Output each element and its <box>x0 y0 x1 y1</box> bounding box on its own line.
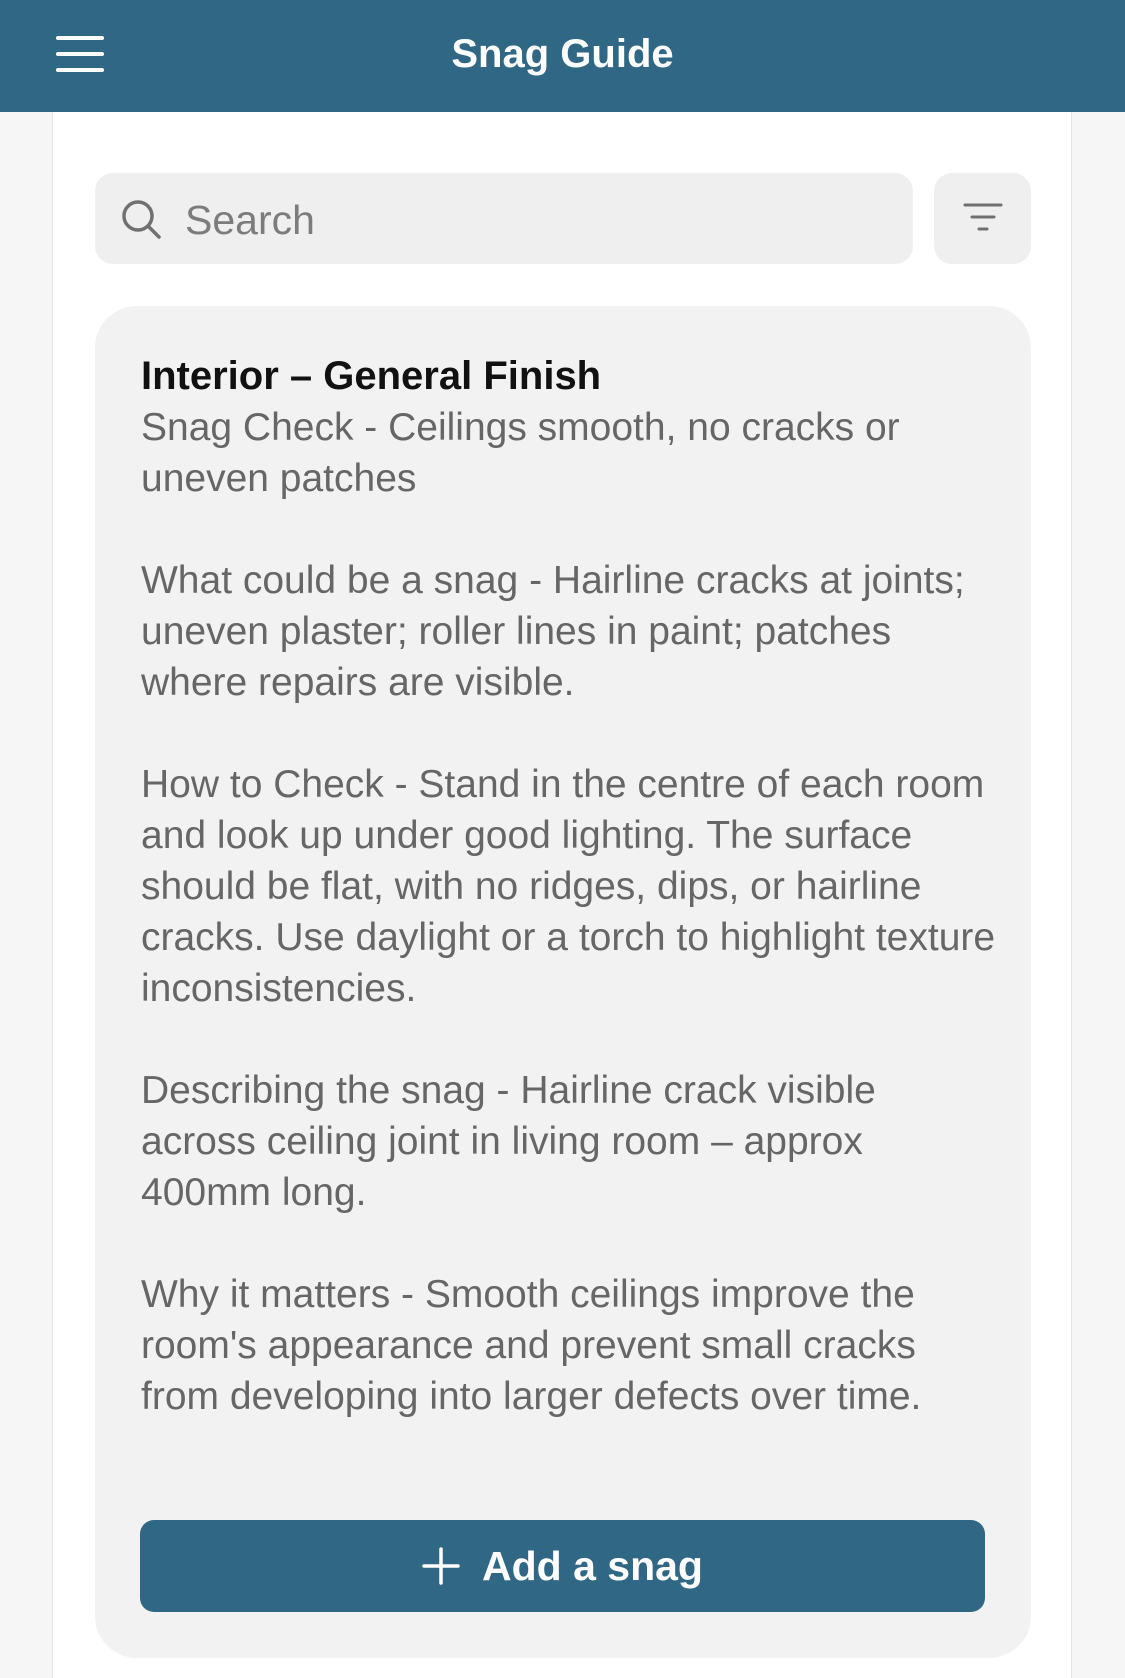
card-title: Interior – General Finish <box>141 354 602 398</box>
page-title: Snag Guide <box>451 32 674 76</box>
filter-button[interactable] <box>934 173 1031 264</box>
search-input[interactable] <box>183 191 887 249</box>
snag-check-text: Snag Check - Ceilings smooth, no cracks … <box>141 406 900 500</box>
plus-icon <box>422 1547 460 1585</box>
add-snag-label: Add a snag <box>482 1543 703 1589</box>
how-to-check-text: How to Check - Stand in the centre of ea… <box>141 763 996 1010</box>
add-snag-button[interactable]: Add a snag <box>140 1520 985 1612</box>
why-it-matters-text: Why it matters - Smooth ceilings improve… <box>141 1273 922 1418</box>
filter-icon <box>963 203 1003 231</box>
app-header: Snag Guide <box>0 0 1125 112</box>
describing-text: Describing the snag - Hairline crack vis… <box>141 1069 876 1214</box>
snag-guide-card: Interior – General Finish Snag Check - C… <box>95 306 1031 1658</box>
search-bar[interactable] <box>95 173 913 264</box>
search-icon <box>122 200 161 239</box>
what-could-be-text: What could be a snag - Hairline cracks a… <box>141 559 965 704</box>
card-body: Snag Check - Ceilings smooth, no cracks … <box>141 402 1001 1473</box>
